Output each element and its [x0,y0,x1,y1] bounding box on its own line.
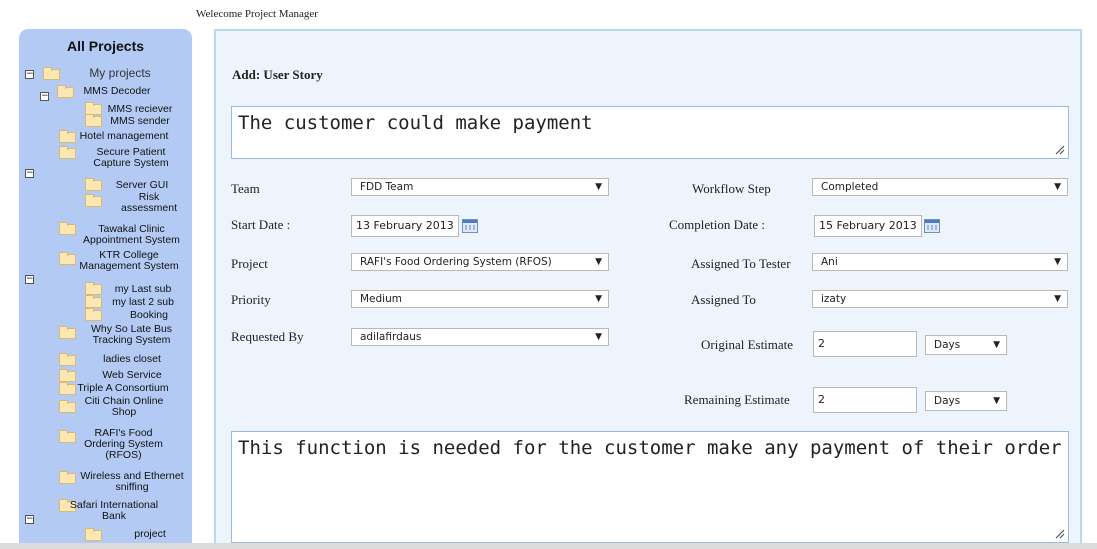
dropdown-arrow-icon: ▼ [1054,294,1061,304]
collapse-toggle-icon[interactable]: − [25,515,34,524]
collapse-toggle-icon[interactable]: − [25,275,34,284]
assigned-to-select[interactable]: izaty ▼ [812,290,1068,308]
calendar-icon[interactable] [462,219,478,233]
requested-by-label: Requested By [231,329,304,344]
tree-item-ladies-closet[interactable]: ladies closet [87,354,177,365]
description-text: This function is needed for the customer… [238,437,1062,459]
add-user-story-panel: Add: User Story The customer could make … [214,29,1082,549]
collapse-toggle-icon[interactable]: − [25,70,34,79]
horizontal-scrollbar[interactable] [0,543,1097,549]
tree-item-secure-patient[interactable]: Secure Patient Capture System [81,147,181,169]
dropdown-arrow-icon: ▼ [595,294,602,304]
calendar-icon[interactable] [924,219,940,233]
tree-item-rafis-food[interactable]: RAFI's Food Ordering System (RFOS) [81,428,166,461]
dropdown-arrow-icon: ▼ [595,182,602,192]
folder-icon [85,194,102,207]
dropdown-arrow-icon: ▼ [1054,182,1061,192]
completion-date-label: Completion Date : [669,217,766,232]
project-tree-sidebar: All Projects − My projects − MMS Decoder… [19,29,192,544]
workflow-step-label: Workflow Step [692,181,771,196]
folder-icon [59,353,76,366]
tree-root-my-projects[interactable]: My projects [85,67,155,79]
tree-item-safari-bank[interactable]: Safari International Bank [59,500,169,522]
tree-item-wireless[interactable]: Wireless and Ethernet sniffing [77,471,187,493]
folder-icon [85,282,102,295]
tree-item-risk-assessment[interactable]: Risk assessment [119,192,179,214]
folder-icon [59,326,76,339]
folder-icon [59,369,76,382]
start-date-label: Start Date : [231,217,291,232]
original-estimate-label: Original Estimate [701,337,794,352]
original-estimate-input[interactable]: 2 [813,331,917,357]
original-estimate-unit-select[interactable]: Days ▼ [925,335,1007,355]
dropdown-arrow-icon: ▼ [993,340,1000,350]
assigned-tester-label: Assigned To Tester [691,256,791,271]
tree-item-server-gui[interactable]: Server GUI [107,180,177,191]
tree-item-mms-sender[interactable]: MMS sender [105,116,175,127]
tree-item-mms-decoder[interactable]: MMS Decoder [77,86,157,97]
remaining-estimate-label: Remaining Estimate [684,392,790,407]
assigned-to-label: Assigned To [691,292,756,307]
tree-item-ktr-college[interactable]: KTR College Management System [73,250,185,272]
user-story-textarea[interactable]: The customer could make payment [231,106,1069,159]
folder-icon [43,67,60,80]
tree-item-my-last-2-sub[interactable]: my last 2 sub [105,297,181,308]
tree-item-mms-reciever[interactable]: MMS reciever [105,104,175,115]
priority-select[interactable]: Medium ▼ [351,290,609,308]
folder-icon [59,146,76,159]
workflow-step-select[interactable]: Completed ▼ [812,178,1068,196]
priority-label: Priority [231,292,271,307]
tree-item-web-service[interactable]: Web Service [87,370,177,381]
folder-icon [85,528,102,541]
tree-item-triple-a[interactable]: Triple A Consortium [63,383,183,394]
dropdown-arrow-icon: ▼ [1054,257,1061,267]
tree-item-project[interactable]: project [125,529,175,540]
resize-grip-icon[interactable] [1054,528,1065,539]
assigned-tester-select[interactable]: Ani ▼ [812,253,1068,271]
start-date-input[interactable]: 13 February 2013 [351,215,459,237]
remaining-estimate-input[interactable]: 2 [813,387,917,413]
folder-icon [85,308,102,321]
tree-item-my-last-sub[interactable]: my Last sub [105,284,181,295]
user-story-text: The customer could make payment [238,112,593,134]
folder-icon [57,85,74,98]
completion-date-input[interactable]: 15 February 2013 [814,215,922,237]
requested-by-select[interactable]: adilafirdaus ▼ [351,328,609,346]
dropdown-arrow-icon: ▼ [595,257,602,267]
tree-item-hotel-management[interactable]: Hotel management [69,131,179,142]
folder-icon [59,471,76,484]
project-select[interactable]: RAFI's Food Ordering System (RFOS) ▼ [351,253,609,271]
folder-icon [59,430,76,443]
team-select[interactable]: FDD Team ▼ [351,178,609,196]
description-textarea[interactable]: This function is needed for the customer… [231,431,1069,543]
team-label: Team [231,181,260,196]
collapse-toggle-icon[interactable]: − [40,92,49,101]
form-title: Add: User Story [232,67,323,82]
dropdown-arrow-icon: ▼ [993,396,1000,406]
tree-item-booking[interactable]: Booking [119,310,179,321]
folder-icon [85,114,102,127]
folder-icon [85,178,102,191]
remaining-estimate-unit-select[interactable]: Days ▼ [925,391,1007,411]
tree-item-citi-chain[interactable]: Citi Chain Online Shop [79,396,169,418]
tree-item-tawakal-clinic[interactable]: Tawakal Clinic Appointment System [69,224,192,246]
sidebar-title: All Projects [66,38,145,54]
collapse-toggle-icon[interactable]: − [25,169,34,178]
project-label: Project [231,256,268,271]
dropdown-arrow-icon: ▼ [595,332,602,342]
tree-item-why-so-late[interactable]: Why So Late Bus Tracking System [79,324,184,346]
resize-grip-icon[interactable] [1054,144,1065,155]
folder-icon [59,400,76,413]
welcome-text: Welecome Project Manager [196,8,318,20]
folder-icon [85,295,102,308]
